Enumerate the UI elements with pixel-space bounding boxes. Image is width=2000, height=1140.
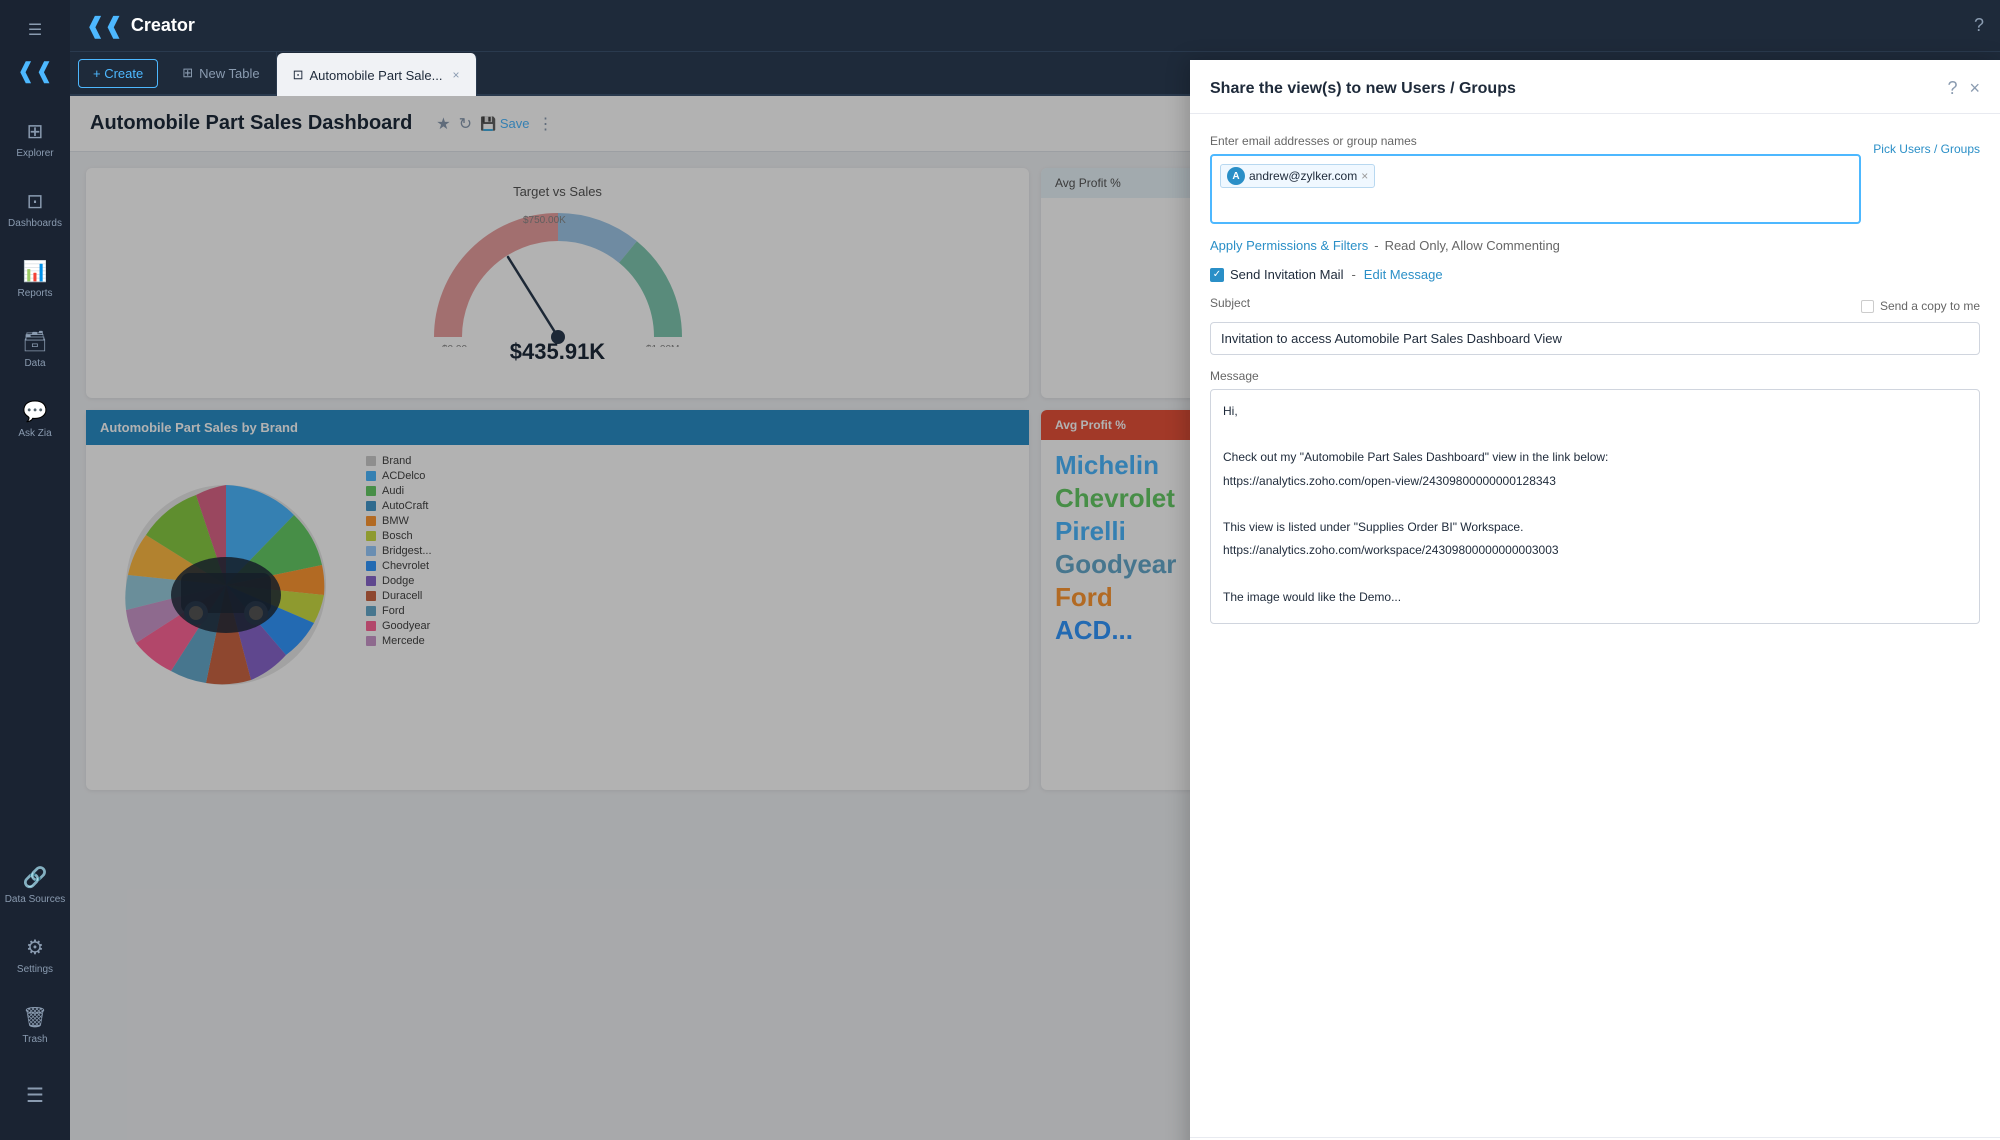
email-field-row: Enter email addresses or group names A a…	[1210, 134, 1980, 224]
modal-body: Enter email addresses or group names A a…	[1190, 114, 2000, 1137]
app-logo: ❰❰	[17, 58, 54, 84]
sidebar-item-ask-zia[interactable]: 💬 Ask Zia	[0, 384, 70, 454]
subject-row-inner: Subject Send a copy to me	[1210, 296, 1980, 316]
sidebar-item-settings[interactable]: ⚙ Settings	[0, 920, 70, 990]
sidebar-item-trash[interactable]: 🗑 Trash	[0, 990, 70, 1060]
invitation-row: ✓ Send Invitation Mail - Edit Message	[1210, 267, 1980, 282]
permissions-text: Read Only, Allow Commenting	[1385, 238, 1560, 253]
tab-new-table-label: New Table	[199, 66, 259, 81]
sidebar-item-data-sources[interactable]: 🔗 Data Sources	[0, 850, 70, 920]
main-content: ❰❰ Creator ? + Create ⊞ New Table ⊡ Auto…	[70, 0, 2000, 1140]
msg-line-7	[1223, 564, 1967, 583]
email-field-container: Enter email addresses or group names A a…	[1210, 134, 1861, 224]
trash-icon: 🗑	[22, 1005, 47, 1030]
email-tag: A andrew@zylker.com ×	[1220, 164, 1375, 188]
modal-help-button[interactable]: ?	[1947, 96, 1957, 99]
dashboard-area: Automobile Part Sales Dashboard ★ ↻ 💾 Sa…	[70, 96, 2000, 1140]
send-copy-label: Send a copy to me	[1880, 299, 1980, 313]
reports-icon: 📊	[23, 259, 48, 284]
email-remove-icon[interactable]: ×	[1361, 169, 1368, 183]
topbar-logo-icon: ❰❰	[86, 13, 123, 39]
sidebar-item-dashboards[interactable]: ⊡ Dashboards	[0, 174, 70, 244]
sidebar-item-explorer[interactable]: ⊞ Explorer	[0, 104, 70, 174]
topbar-right: ?	[1974, 15, 1984, 36]
msg-line-5: This view is listed under "Supplies Orde…	[1223, 518, 1967, 537]
subject-row: Subject Send a copy to me	[1210, 296, 1980, 355]
modal-header: Share the view(s) to new Users / Groups …	[1190, 96, 2000, 114]
sidebar-item-reports[interactable]: 📊 Reports	[0, 244, 70, 314]
send-invitation-label: Send Invitation Mail	[1230, 267, 1343, 282]
topbar: ❰❰ Creator ?	[70, 0, 2000, 52]
create-button[interactable]: + Create	[78, 59, 158, 88]
pick-users-link[interactable]: Pick Users / Groups	[1873, 134, 1980, 156]
permissions-row: Apply Permissions & Filters - Read Only,…	[1210, 238, 1980, 253]
data-icon: 🗃	[22, 329, 47, 354]
msg-line-1	[1223, 425, 1967, 444]
email-input-box[interactable]: A andrew@zylker.com ×	[1210, 154, 1861, 224]
help-icon[interactable]: ?	[1974, 15, 1984, 35]
sidebar-label-reports: Reports	[17, 288, 52, 299]
sidebar-label-ask-zia: Ask Zia	[18, 428, 51, 439]
logo-icon: ❰❰	[17, 58, 54, 84]
subject-label: Subject	[1210, 296, 1250, 310]
tab-close-icon[interactable]: ×	[452, 68, 459, 82]
tab-automobile-label: Automobile Part Sale...	[310, 68, 443, 83]
hamburger-icon: ☰	[28, 20, 42, 40]
email-avatar: A	[1227, 167, 1245, 185]
subject-input[interactable]	[1210, 322, 1980, 355]
msg-line-4	[1223, 495, 1967, 514]
apply-permissions-link[interactable]: Apply Permissions & Filters	[1210, 238, 1368, 253]
app-title-area: ❰❰ Creator	[86, 13, 195, 39]
tab-new-table-icon: ⊞	[182, 65, 193, 81]
app-name: Creator	[131, 15, 195, 36]
more-icon: ☰	[26, 1083, 44, 1108]
hamburger-menu[interactable]: ☰	[15, 10, 55, 50]
tab-automobile[interactable]: ⊡ Automobile Part Sale... ×	[277, 53, 477, 97]
edit-message-link[interactable]: Edit Message	[1364, 267, 1443, 282]
copy-checkbox-icon	[1861, 300, 1874, 313]
sidebar-label-explorer: Explorer	[16, 148, 53, 159]
sidebar-label-data-sources: Data Sources	[5, 894, 66, 905]
email-address: andrew@zylker.com	[1249, 169, 1357, 183]
msg-line-8: The image would like the Demo...	[1223, 588, 1967, 607]
sidebar-item-data[interactable]: 🗃 Data	[0, 314, 70, 384]
invitation-dash: -	[1351, 267, 1355, 282]
email-field-label: Enter email addresses or group names	[1210, 134, 1861, 148]
sidebar-label-dashboards: Dashboards	[8, 218, 62, 229]
msg-line-3: https://analytics.zoho.com/open-view/243…	[1223, 472, 1967, 491]
explorer-icon: ⊞	[27, 119, 44, 144]
modal-title: Share the view(s) to new Users / Groups	[1210, 96, 1516, 98]
message-label: Message	[1210, 369, 1980, 383]
dashboards-icon: ⊡	[27, 189, 44, 214]
sidebar-item-more[interactable]: ☰	[0, 1060, 70, 1130]
sidebar-label-data: Data	[24, 358, 45, 369]
modal-close-button[interactable]: ×	[1969, 96, 1980, 99]
send-copy-checkbox[interactable]: Send a copy to me	[1861, 299, 1980, 313]
sidebar-label-trash: Trash	[22, 1034, 47, 1045]
share-modal: Share the view(s) to new Users / Groups …	[1190, 96, 2000, 1140]
permissions-dash: -	[1374, 238, 1378, 253]
msg-line-6: https://analytics.zoho.com/workspace/243…	[1223, 541, 1967, 560]
data-sources-icon: 🔗	[23, 865, 48, 890]
ask-zia-icon: 💬	[23, 399, 48, 424]
message-section: Message Hi, Check out my "Automobile Par…	[1210, 369, 1980, 624]
send-invitation-checkbox[interactable]: ✓ Send Invitation Mail	[1210, 267, 1343, 282]
modal-header-actions: ? ×	[1947, 96, 1980, 99]
sidebar-label-settings: Settings	[17, 964, 53, 975]
tab-new-table[interactable]: ⊞ New Table	[166, 51, 276, 95]
sidebar: ☰ ❰❰ ⊞ Explorer ⊡ Dashboards 📊 Reports 🗃…	[0, 0, 70, 1140]
msg-line-0: Hi,	[1223, 402, 1967, 421]
settings-icon: ⚙	[26, 935, 44, 960]
tab-automobile-icon: ⊡	[293, 67, 304, 83]
checkbox-checked-icon: ✓	[1210, 268, 1224, 282]
message-box[interactable]: Hi, Check out my "Automobile Part Sales …	[1210, 389, 1980, 624]
msg-line-2: Check out my "Automobile Part Sales Dash…	[1223, 448, 1967, 467]
